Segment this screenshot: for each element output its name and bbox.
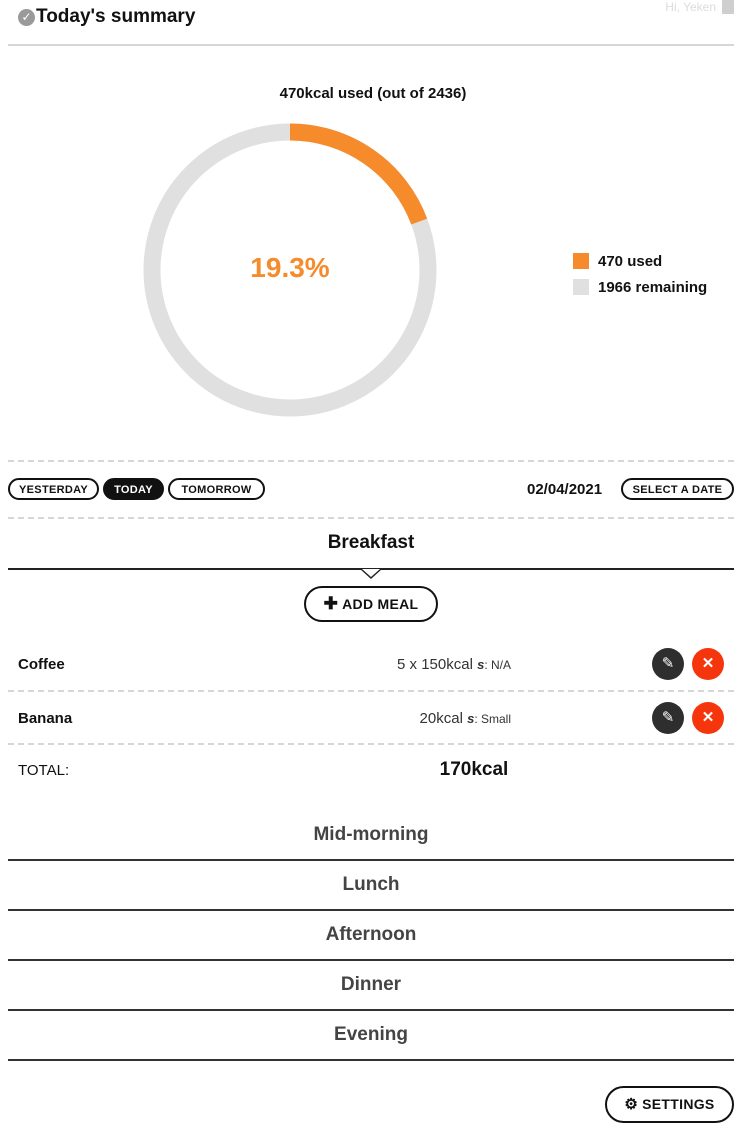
food-detail: 5 x 150kcal s: N/A: [397, 656, 511, 673]
divider: [8, 690, 734, 692]
legend-swatch-remaining: [573, 279, 589, 295]
chart-legend: 470 used 1966 remaining: [573, 248, 707, 300]
food-name: Banana: [18, 710, 73, 727]
summary-header: ✓ Today's summary Hi, Yeken: [8, 0, 734, 46]
today-button[interactable]: TODAY: [103, 478, 164, 500]
legend-label-used: 470 used: [598, 252, 663, 270]
meal-divider: [8, 959, 734, 961]
chart-title: 470kcal used (out of 2436): [279, 85, 467, 102]
total-value: 170kcal: [439, 759, 509, 780]
meal-header-lunch[interactable]: Lunch: [8, 874, 734, 896]
meal-divider: [8, 1059, 734, 1061]
settings-button[interactable]: ⚙ SETTINGS: [605, 1086, 734, 1123]
close-icon: ✕: [701, 655, 715, 672]
plus-icon: ✚: [323, 594, 339, 613]
select-date-button[interactable]: SELECT A DATE: [621, 478, 734, 500]
divider: [8, 460, 734, 462]
page-title: Today's summary: [36, 6, 196, 27]
divider: [8, 517, 734, 519]
avatar[interactable]: [722, 0, 734, 14]
edit-button[interactable]: ✎: [652, 648, 684, 680]
meal-header-evening[interactable]: Evening: [8, 1024, 734, 1046]
current-date: 02/04/2021: [527, 481, 603, 498]
food-size: : N/A: [484, 658, 511, 672]
delete-button[interactable]: ✕: [692, 648, 724, 680]
used-slice: [289, 123, 428, 225]
meal-divider: [8, 909, 734, 911]
tomorrow-button[interactable]: TOMORROW: [168, 478, 265, 500]
divider: [8, 743, 734, 745]
food-size: : Small: [474, 712, 511, 726]
close-icon: ✕: [701, 709, 715, 726]
check-circle-icon: ✓: [18, 9, 35, 26]
meal-header-breakfast[interactable]: Breakfast: [8, 532, 734, 554]
food-name: Coffee: [18, 656, 65, 673]
gear-icon: ⚙: [624, 1096, 639, 1113]
yesterday-button[interactable]: YESTERDAY: [8, 478, 99, 500]
food-amount: 20kcal: [419, 710, 463, 727]
meal-divider: [8, 1009, 734, 1011]
legend-swatch-used: [573, 253, 589, 269]
meal-header-dinner[interactable]: Dinner: [8, 974, 734, 996]
legend-label-remaining: 1966 remaining: [598, 278, 708, 296]
meal-header-afternoon[interactable]: Afternoon: [8, 924, 734, 946]
add-meal-button[interactable]: ✚ ADD MEAL: [304, 586, 438, 622]
edit-icon: ✎: [661, 709, 675, 726]
percent-used-label: 19.3%: [250, 252, 330, 283]
edit-icon: ✎: [661, 655, 675, 672]
legend-item-used: 470 used: [573, 248, 707, 274]
settings-label: SETTINGS: [642, 1096, 715, 1112]
add-meal-label: ADD MEAL: [342, 596, 419, 612]
meal-header-mid-morning[interactable]: Mid-morning: [8, 824, 734, 846]
delete-button[interactable]: ✕: [692, 702, 724, 734]
legend-item-remaining: 1966 remaining: [573, 274, 707, 300]
food-amount: 5 x 150kcal: [397, 656, 473, 673]
food-detail: 20kcal s: Small: [420, 710, 511, 727]
meal-divider: [8, 859, 734, 861]
edit-button[interactable]: ✎: [652, 702, 684, 734]
user-greeting[interactable]: Hi, Yeken: [665, 0, 716, 14]
